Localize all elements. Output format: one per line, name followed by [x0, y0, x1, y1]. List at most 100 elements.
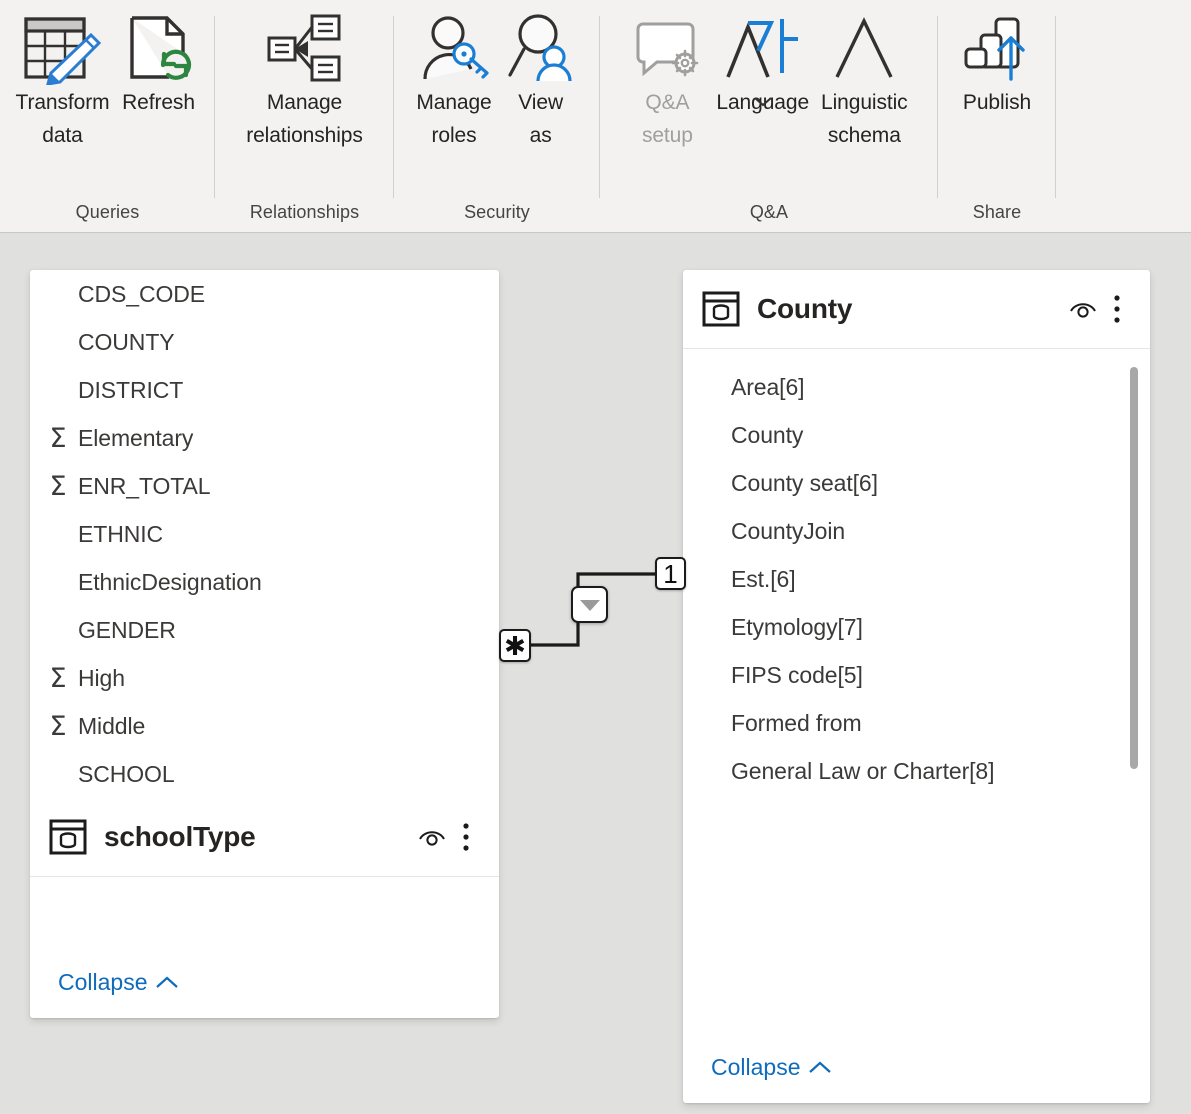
table-card-footer: Collapse — [683, 1054, 1150, 1103]
ribbon-group-queries: Transform data Refresh Queries — [0, 0, 215, 232]
field-row[interactable]: Est.[6] — [683, 555, 1150, 603]
more-vertical-icon[interactable] — [449, 820, 483, 854]
transform-data-button[interactable]: Transform data — [10, 8, 116, 152]
table-card-schooltype[interactable]: CDS_CODE COUNTY DISTRICT Σ Elementary Σ ENR_TO… — [30, 270, 499, 1018]
chevron-down-icon[interactable] — [752, 93, 774, 114]
field-row[interactable]: Σ High — [30, 654, 499, 702]
field-list-county[interactable]: Area[6] County County seat[6] CountyJoin Est… — [683, 349, 1150, 1054]
field-row[interactable]: Formed from — [683, 699, 1150, 747]
manage-roles-button[interactable]: Manage roles — [410, 8, 497, 152]
person-key-icon — [417, 12, 491, 86]
field-name: County — [731, 421, 804, 448]
relationships-icon — [264, 12, 344, 86]
more-vertical-icon[interactable] — [1100, 292, 1134, 326]
letter-a-icon — [827, 12, 901, 86]
many-cardinality-label: ✱ — [504, 630, 526, 661]
manage-relationships-label: Manage relationships — [246, 91, 363, 147]
table-database-icon — [48, 817, 88, 857]
one-cardinality-label: 1 — [663, 558, 678, 589]
language-button[interactable]: Language — [710, 8, 815, 114]
table-card-county[interactable]: County Area[6] County County seat[6] County… — [683, 270, 1150, 1103]
field-row[interactable]: EthnicDesignation — [30, 558, 499, 606]
ribbon-group-label-share: Share — [972, 202, 1022, 222]
publish-button[interactable]: Publish — [954, 8, 1040, 119]
field-name: Etymology[7] — [731, 613, 863, 640]
field-name: General Law or Charter[8] — [731, 757, 995, 784]
field-row[interactable]: Σ Elementary — [30, 414, 499, 462]
field-name: EthnicDesignation — [78, 568, 262, 595]
field-name: Est.[6] — [731, 565, 796, 592]
view-as-button[interactable]: View as — [498, 8, 584, 152]
collapse-button-county[interactable]: Collapse — [711, 1054, 832, 1081]
page-refresh-icon — [122, 12, 196, 86]
field-row[interactable]: GENDER — [30, 606, 499, 654]
ribbon-group-relationships: Manage relationships Relationships — [215, 0, 394, 232]
field-list-schooltype[interactable] — [30, 877, 499, 969]
eye-hide-icon[interactable] — [1066, 292, 1100, 326]
field-name: FIPS code[5] — [731, 661, 863, 688]
field-name: SCHOOL — [78, 760, 175, 787]
field-row[interactable]: General Law or Charter[8] — [683, 747, 1150, 795]
refresh-button[interactable]: Refresh — [116, 8, 202, 119]
sigma-aggregate-icon: Σ — [49, 710, 67, 742]
transform-data-label: Transform data — [16, 86, 110, 152]
ribbon-group-label-qanda: Q&A — [749, 202, 789, 222]
relationship-one-badge[interactable]: 1 — [655, 557, 686, 590]
field-row[interactable]: DISTRICT — [30, 366, 499, 414]
chevron-up-icon — [155, 969, 179, 996]
field-row[interactable]: ETHNIC — [30, 510, 499, 558]
chevron-up-icon — [808, 1054, 832, 1081]
publish-label: Publish — [962, 91, 1032, 114]
field-row[interactable]: CountyJoin — [683, 507, 1150, 555]
manage-relationships-button[interactable]: Manage relationships — [240, 8, 369, 152]
field-name: COUNTY — [78, 328, 175, 355]
model-canvas[interactable]: CDS_CODE COUNTY DISTRICT Σ Elementary Σ ENR_TO… — [0, 233, 1191, 1114]
field-row[interactable]: County seat[6] — [683, 459, 1150, 507]
transform-data-text: Transform data — [15, 91, 110, 147]
field-row[interactable]: Etymology[7] — [683, 603, 1150, 651]
ribbon-group-label-queries: Queries — [75, 202, 140, 222]
table-card-header: schoolType — [30, 798, 499, 877]
field-name: High — [78, 664, 125, 691]
ribbon-group-label-relationships: Relationships — [249, 202, 360, 222]
chat-gear-icon — [630, 12, 704, 86]
field-row[interactable]: Area[6] — [683, 363, 1150, 411]
table-title-schooltype: schoolType — [104, 821, 256, 852]
collapse-button-schooltype[interactable]: Collapse — [58, 969, 179, 996]
field-name: CountyJoin — [731, 517, 846, 544]
table-pencil-icon — [20, 12, 106, 86]
table-card-header: County — [683, 270, 1150, 349]
collapse-label: Collapse — [58, 969, 148, 995]
ribbon-group-security: Manage roles View as Security — [394, 0, 600, 232]
field-row[interactable]: SCHOOL — [30, 750, 499, 798]
linguistic-schema-button[interactable]: Linguistic schema — [815, 8, 914, 152]
field-row[interactable]: Σ Middle — [30, 702, 499, 750]
field-row[interactable]: CDS_CODE — [30, 270, 499, 318]
table-card-footer: Collapse — [30, 969, 499, 1018]
field-row[interactable]: COUNTY — [30, 318, 499, 366]
sigma-aggregate-icon: Σ — [49, 422, 67, 454]
field-name: CDS_CODE — [78, 280, 206, 307]
person-search-icon — [504, 12, 578, 86]
relationship-many-badge[interactable]: ✱ — [499, 629, 531, 662]
ribbon-group-qanda: Q&A setup Language Linguistic schema Q&A — [600, 0, 938, 232]
field-row[interactable]: Σ ENR_TOTAL — [30, 462, 499, 510]
language-icon — [722, 12, 804, 86]
ribbon-groups: Transform data Refresh Queries Manage re… — [0, 0, 1191, 232]
refresh-label: Refresh — [122, 91, 195, 114]
field-name: Middle — [78, 712, 146, 739]
publish-icon — [960, 12, 1034, 86]
field-name: Elementary — [78, 424, 194, 451]
qanda-setup-button[interactable]: Q&A setup — [624, 8, 710, 152]
filter-direction-arrow-icon[interactable] — [571, 586, 608, 623]
manage-roles-label: Manage roles — [416, 91, 492, 147]
linguistic-schema-label: Linguistic schema — [821, 86, 908, 152]
field-row[interactable]: FIPS code[5] — [683, 651, 1150, 699]
eye-hide-icon[interactable] — [415, 820, 449, 854]
ribbon-group-share: Publish Share — [938, 0, 1056, 232]
field-row[interactable]: County — [683, 411, 1150, 459]
table-database-icon — [701, 289, 741, 329]
sigma-aggregate-icon: Σ — [49, 662, 67, 694]
field-name: ETHNIC — [78, 520, 164, 547]
county-field-list-scrollbar[interactable] — [1130, 367, 1138, 769]
